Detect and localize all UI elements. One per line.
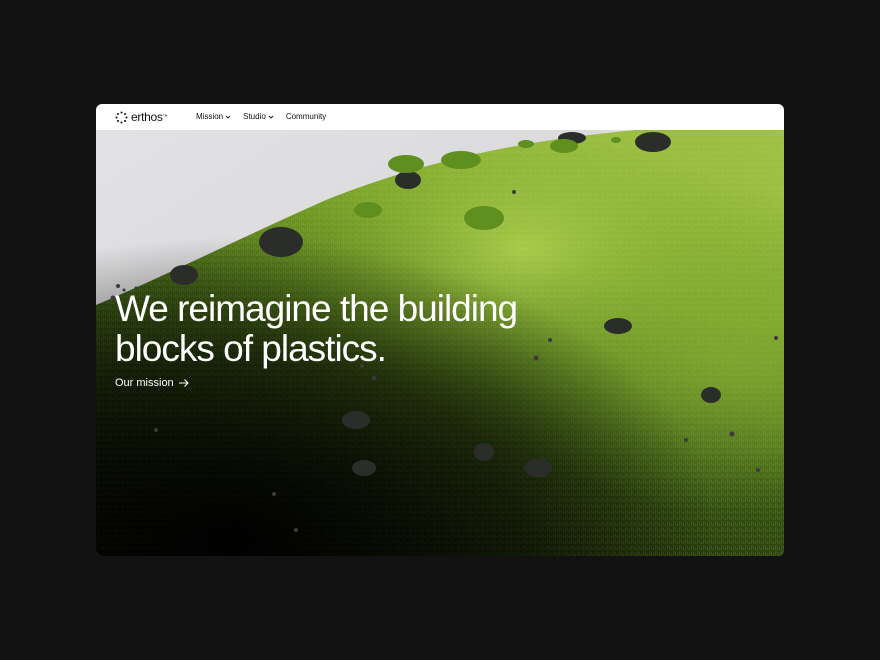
hero-section: We reimagine the building blocks of plas…	[96, 130, 784, 556]
chevron-down-icon	[225, 115, 231, 119]
arrow-right-icon	[178, 379, 189, 387]
logo-ring-icon	[115, 110, 128, 124]
chevron-down-icon	[268, 115, 274, 119]
hero-headline: We reimagine the building blocks of plas…	[115, 289, 575, 369]
nav-item-label: Mission	[196, 112, 224, 121]
nav-item-studio[interactable]: Studio	[243, 104, 274, 130]
browser-frame: erthos ™ Mission Studio Community We rei…	[96, 104, 784, 556]
hero-headline-line-1: We reimagine the building	[115, 288, 518, 329]
hero-headline-line-2: blocks of plastics.	[115, 328, 387, 369]
nav-item-mission[interactable]: Mission	[196, 104, 231, 130]
our-mission-link[interactable]: Our mission	[115, 377, 190, 389]
brand-name: erthos	[131, 110, 163, 124]
cta-label: Our mission	[115, 377, 174, 389]
nav-item-label: Studio	[243, 112, 266, 121]
brand-logo[interactable]: erthos ™	[115, 104, 175, 130]
nav-menu: Mission Studio Community	[196, 104, 338, 130]
brand-trademark: ™	[162, 114, 168, 120]
nav-item-label: Community	[285, 112, 327, 121]
top-navbar: erthos ™ Mission Studio Community	[96, 104, 784, 130]
nav-item-community[interactable]: Community	[286, 104, 326, 130]
